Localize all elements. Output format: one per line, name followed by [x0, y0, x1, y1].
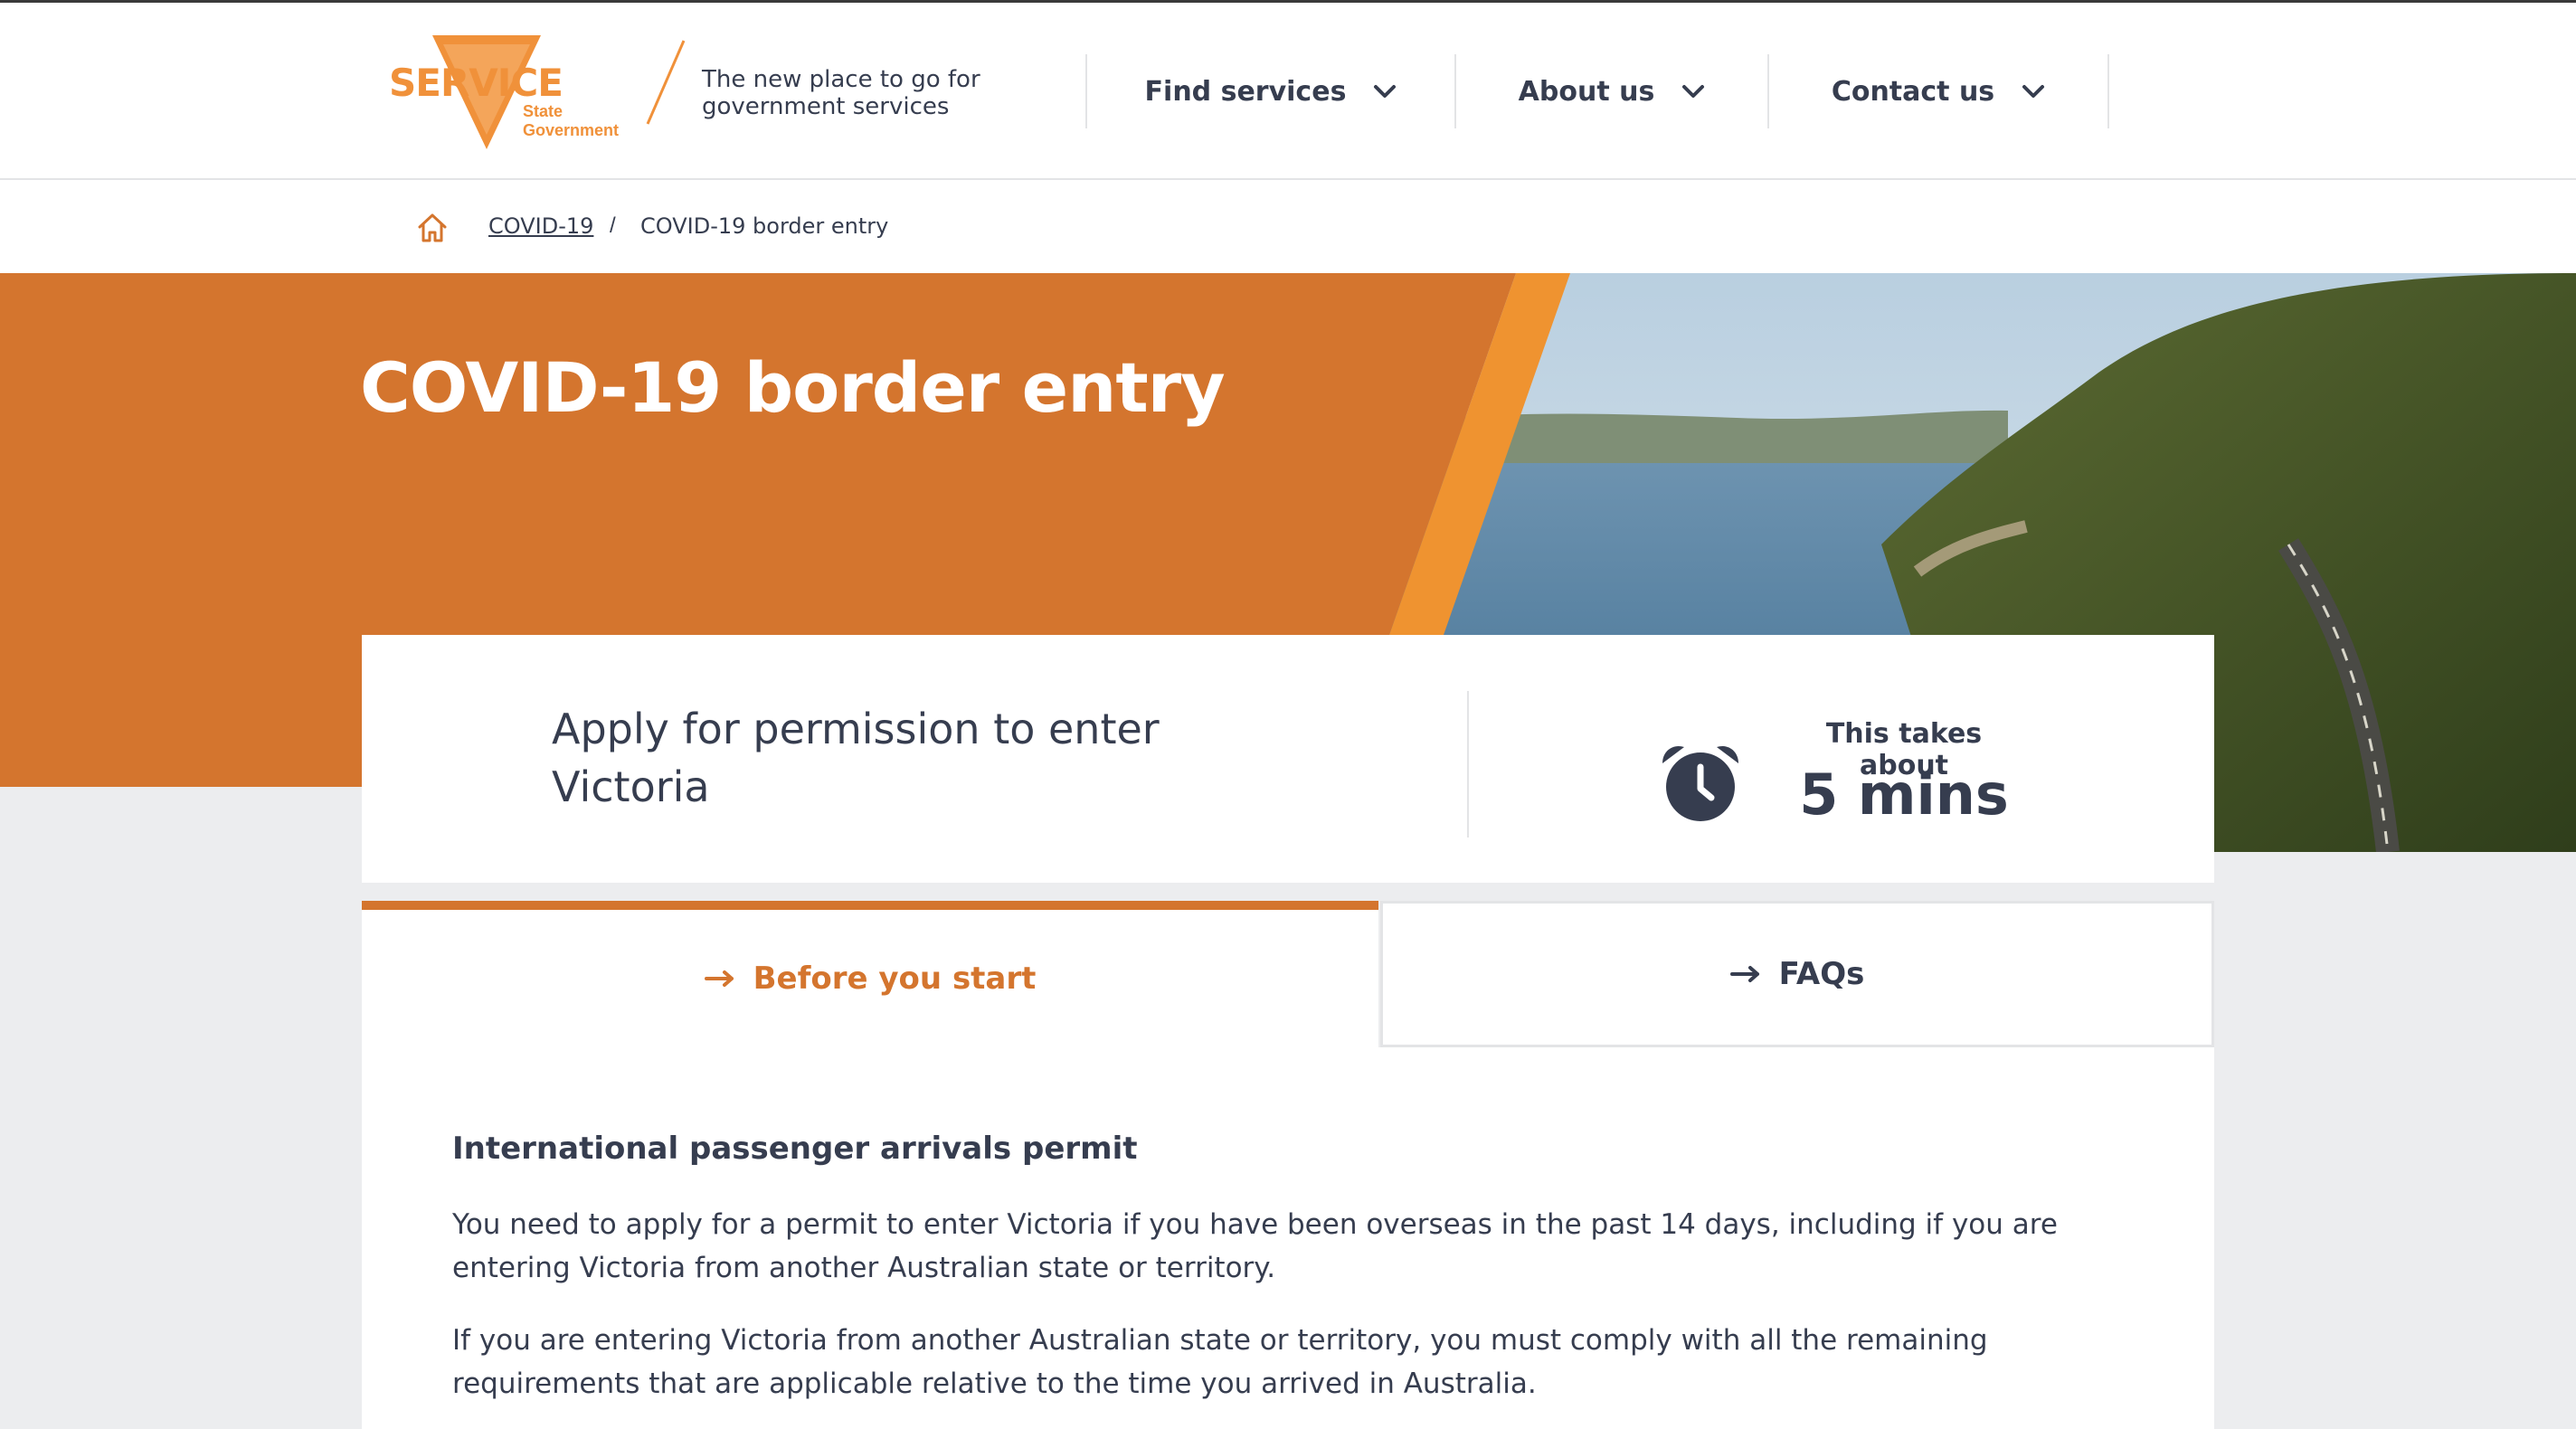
breadcrumb-separator: / [610, 213, 616, 238]
tab-faqs-label: FAQs [1778, 956, 1865, 992]
content-paragraph: You need to apply for a permit to enter … [452, 1208, 2058, 1284]
breadcrumb: COVID-19 / COVID-19 border entry [0, 180, 2576, 273]
nav-contact-us[interactable]: Contact us [1767, 54, 2109, 128]
duration-value: 5 mins [1799, 762, 2009, 828]
chevron-down-icon [1374, 85, 1397, 98]
service-victoria-logo[interactable]: SERVICE State Government [389, 35, 642, 153]
nav-about-us-label: About us [1518, 75, 1655, 108]
home-icon[interactable] [416, 213, 449, 243]
nav-contact-us-label: Contact us [1831, 75, 1995, 108]
info-lead-text: Apply for permission to enter Victoria [552, 705, 1160, 811]
tab-before-you-start[interactable]: Before you start [362, 901, 1378, 1047]
logo-divider-slash [646, 40, 686, 125]
section-heading: International passenger arrivals permit [452, 1131, 1138, 1167]
breadcrumb-link-covid19[interactable]: COVID-19 [488, 213, 593, 239]
logo-sub-line2: Government [523, 121, 620, 139]
tab-faqs[interactable]: FAQs [1380, 901, 2214, 1047]
chevron-down-icon [1682, 85, 1705, 98]
chevron-down-icon [2022, 85, 2045, 98]
nav-about-us[interactable]: About us [1454, 54, 1767, 128]
page-title: COVID-19 border entry [360, 347, 1226, 428]
nav-find-services[interactable]: Find services [1085, 54, 1454, 128]
hero-orange-lower [0, 633, 362, 787]
tab-content-panel: International passenger arrivals permit … [362, 1047, 2214, 1429]
arrow-right-icon [704, 970, 734, 987]
alarm-clock-icon [1662, 745, 1738, 821]
tab-before-you-start-label: Before you start [753, 961, 1037, 997]
breadcrumb-current: COVID-19 border entry [640, 213, 889, 239]
arrow-right-icon [1729, 966, 1759, 982]
logo-sub-line1: State [523, 102, 564, 120]
site-header: SERVICE State Government The new place t… [0, 3, 2576, 180]
logo-subtitle: State Government [523, 102, 619, 140]
nav-find-services-label: Find services [1144, 75, 1347, 108]
info-card: Apply for permission to enter Victoria T… [362, 635, 2214, 883]
info-divider [1467, 691, 1469, 838]
logo-wordmark: SERVICE [389, 61, 564, 105]
site-tagline: The new place to go for government servi… [702, 66, 980, 120]
content-paragraph: If you are entering Victoria from anothe… [452, 1324, 1988, 1400]
